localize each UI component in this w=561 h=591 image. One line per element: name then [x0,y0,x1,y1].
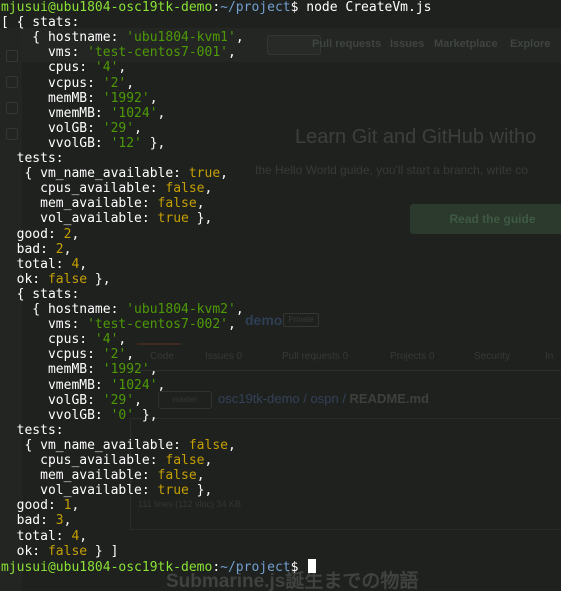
terminal-line: vcpus: '2', [1,75,135,91]
terminal-line: cpus: '4', [1,332,127,348]
stat-volgb-value: '29' [102,392,135,408]
terminal-line: vvolGB: '12' }, [1,135,166,151]
terminal-cursor [308,558,317,573]
terminal-line: cpus: '4', [1,60,127,76]
stat-cpus-value: '4' [94,332,119,348]
terminal-line: bad: 3, [1,513,72,529]
prompt-path: ~/project [220,0,291,15]
terminal-line: vms: 'test-centos7-002', [1,317,236,333]
test-vm-name-available-value: false [188,437,228,453]
prompt-user: mjusui@ubu1804-osc19tk-demo [1,559,213,575]
stat-vvolgb-value: '0' [110,407,135,423]
terminal-line: vvolGB: '0' }, [1,407,158,423]
ok-flag: false [47,543,88,559]
stat-vcpus-value: '2' [102,347,127,363]
terminal-line: { vm_name_available: true, [1,166,228,182]
terminal-line: vmemMB: '1024', [1,105,166,121]
terminal-line: volGB: '29', [1,392,142,408]
terminal-window[interactable]: mjusui@ubu1804-osc19tk-demo:~/project$ n… [0,0,561,591]
command-text: node CreateVm.js [306,0,432,15]
test-cpus-available-value: false [165,181,205,197]
terminal-line: memMB: '1992', [1,90,158,106]
terminal-line: cpus_available: false, [1,181,213,197]
terminal-line: cpus_available: false, [1,453,213,468]
stat-vms-value: 'test-centos7-001' [87,45,228,61]
stat-vmemmb-value: '1024' [110,105,158,121]
good-count: 1 [63,498,72,514]
terminal-line: { stats: [1,286,80,302]
terminal-line: { hostname: 'ubu1804-kvm1', [1,30,244,46]
terminal-line: bad: 2, [1,241,72,257]
terminal-line: tests: [1,151,64,166]
terminal-line: ok: false }, [1,271,111,287]
stat-hostname-value: 'ubu1804-kvm2' [126,302,236,317]
stat-volgb-value: '29' [102,120,135,136]
terminal-line: tests: [1,422,64,438]
stat-cpus-value: '4' [94,60,119,76]
stat-memmb-value: '1992' [102,362,150,378]
terminal-line: vol_available: true }, [1,211,213,227]
terminal-line: { vm_name_available: false, [1,437,236,453]
total-count: 4 [71,256,80,272]
bad-count: 3 [55,513,64,529]
terminal-line: volGB: '29', [1,120,142,136]
test-vol-available-value: true [157,211,189,227]
test-vol-available-value: true [157,483,189,499]
terminal-line: ok: false } ] [1,543,119,559]
test-mem-available-value: false [157,196,197,212]
terminal-line: vcpus: '2', [1,347,135,363]
prompt-user: mjusui@ubu1804-osc19tk-demo [1,0,213,15]
terminal-line: mem_available: false, [1,196,205,212]
terminal-line: good: 1, [1,498,80,514]
stat-memmb-value: '1992' [102,90,150,106]
terminal-line: vmemMB: '1024', [1,377,166,393]
prompt-symbol: $ [290,0,299,15]
terminal-line: mjusui@ubu1804-osc19tk-demo:~/project$ [1,558,317,575]
test-mem-available-value: false [157,468,197,484]
terminal-line: mjusui@ubu1804-osc19tk-demo:~/project$ n… [1,0,432,15]
total-count: 4 [71,528,80,544]
prompt-path: ~/project [220,559,291,575]
terminal-line: good: 2, [1,226,80,242]
stat-hostname-value: 'ubu1804-kvm1' [126,30,236,46]
terminal-line: mem_available: false, [1,468,205,484]
stat-vvolgb-value: '12' [110,135,142,151]
ok-flag: false [47,271,88,287]
terminal-line: [ { stats: [1,15,80,31]
prompt-symbol: $ [290,559,299,575]
stat-vcpus-value: '2' [102,75,127,91]
terminal-line: memMB: '1992', [1,362,158,378]
good-count: 2 [63,226,72,242]
test-vm-name-available-value: true [188,166,221,182]
terminal-line: total: 4, [1,528,88,544]
stat-vms-value: 'test-centos7-002' [87,317,228,333]
test-cpus-available-value: false [165,453,205,468]
bad-count: 2 [55,241,64,257]
terminal-line: vol_available: true }, [1,483,213,499]
stat-vmemmb-value: '1024' [110,377,158,393]
terminal-line: vms: 'test-centos7-001', [1,45,236,61]
terminal-line: total: 4, [1,256,88,272]
terminal-line: { hostname: 'ubu1804-kvm2', [1,302,244,317]
